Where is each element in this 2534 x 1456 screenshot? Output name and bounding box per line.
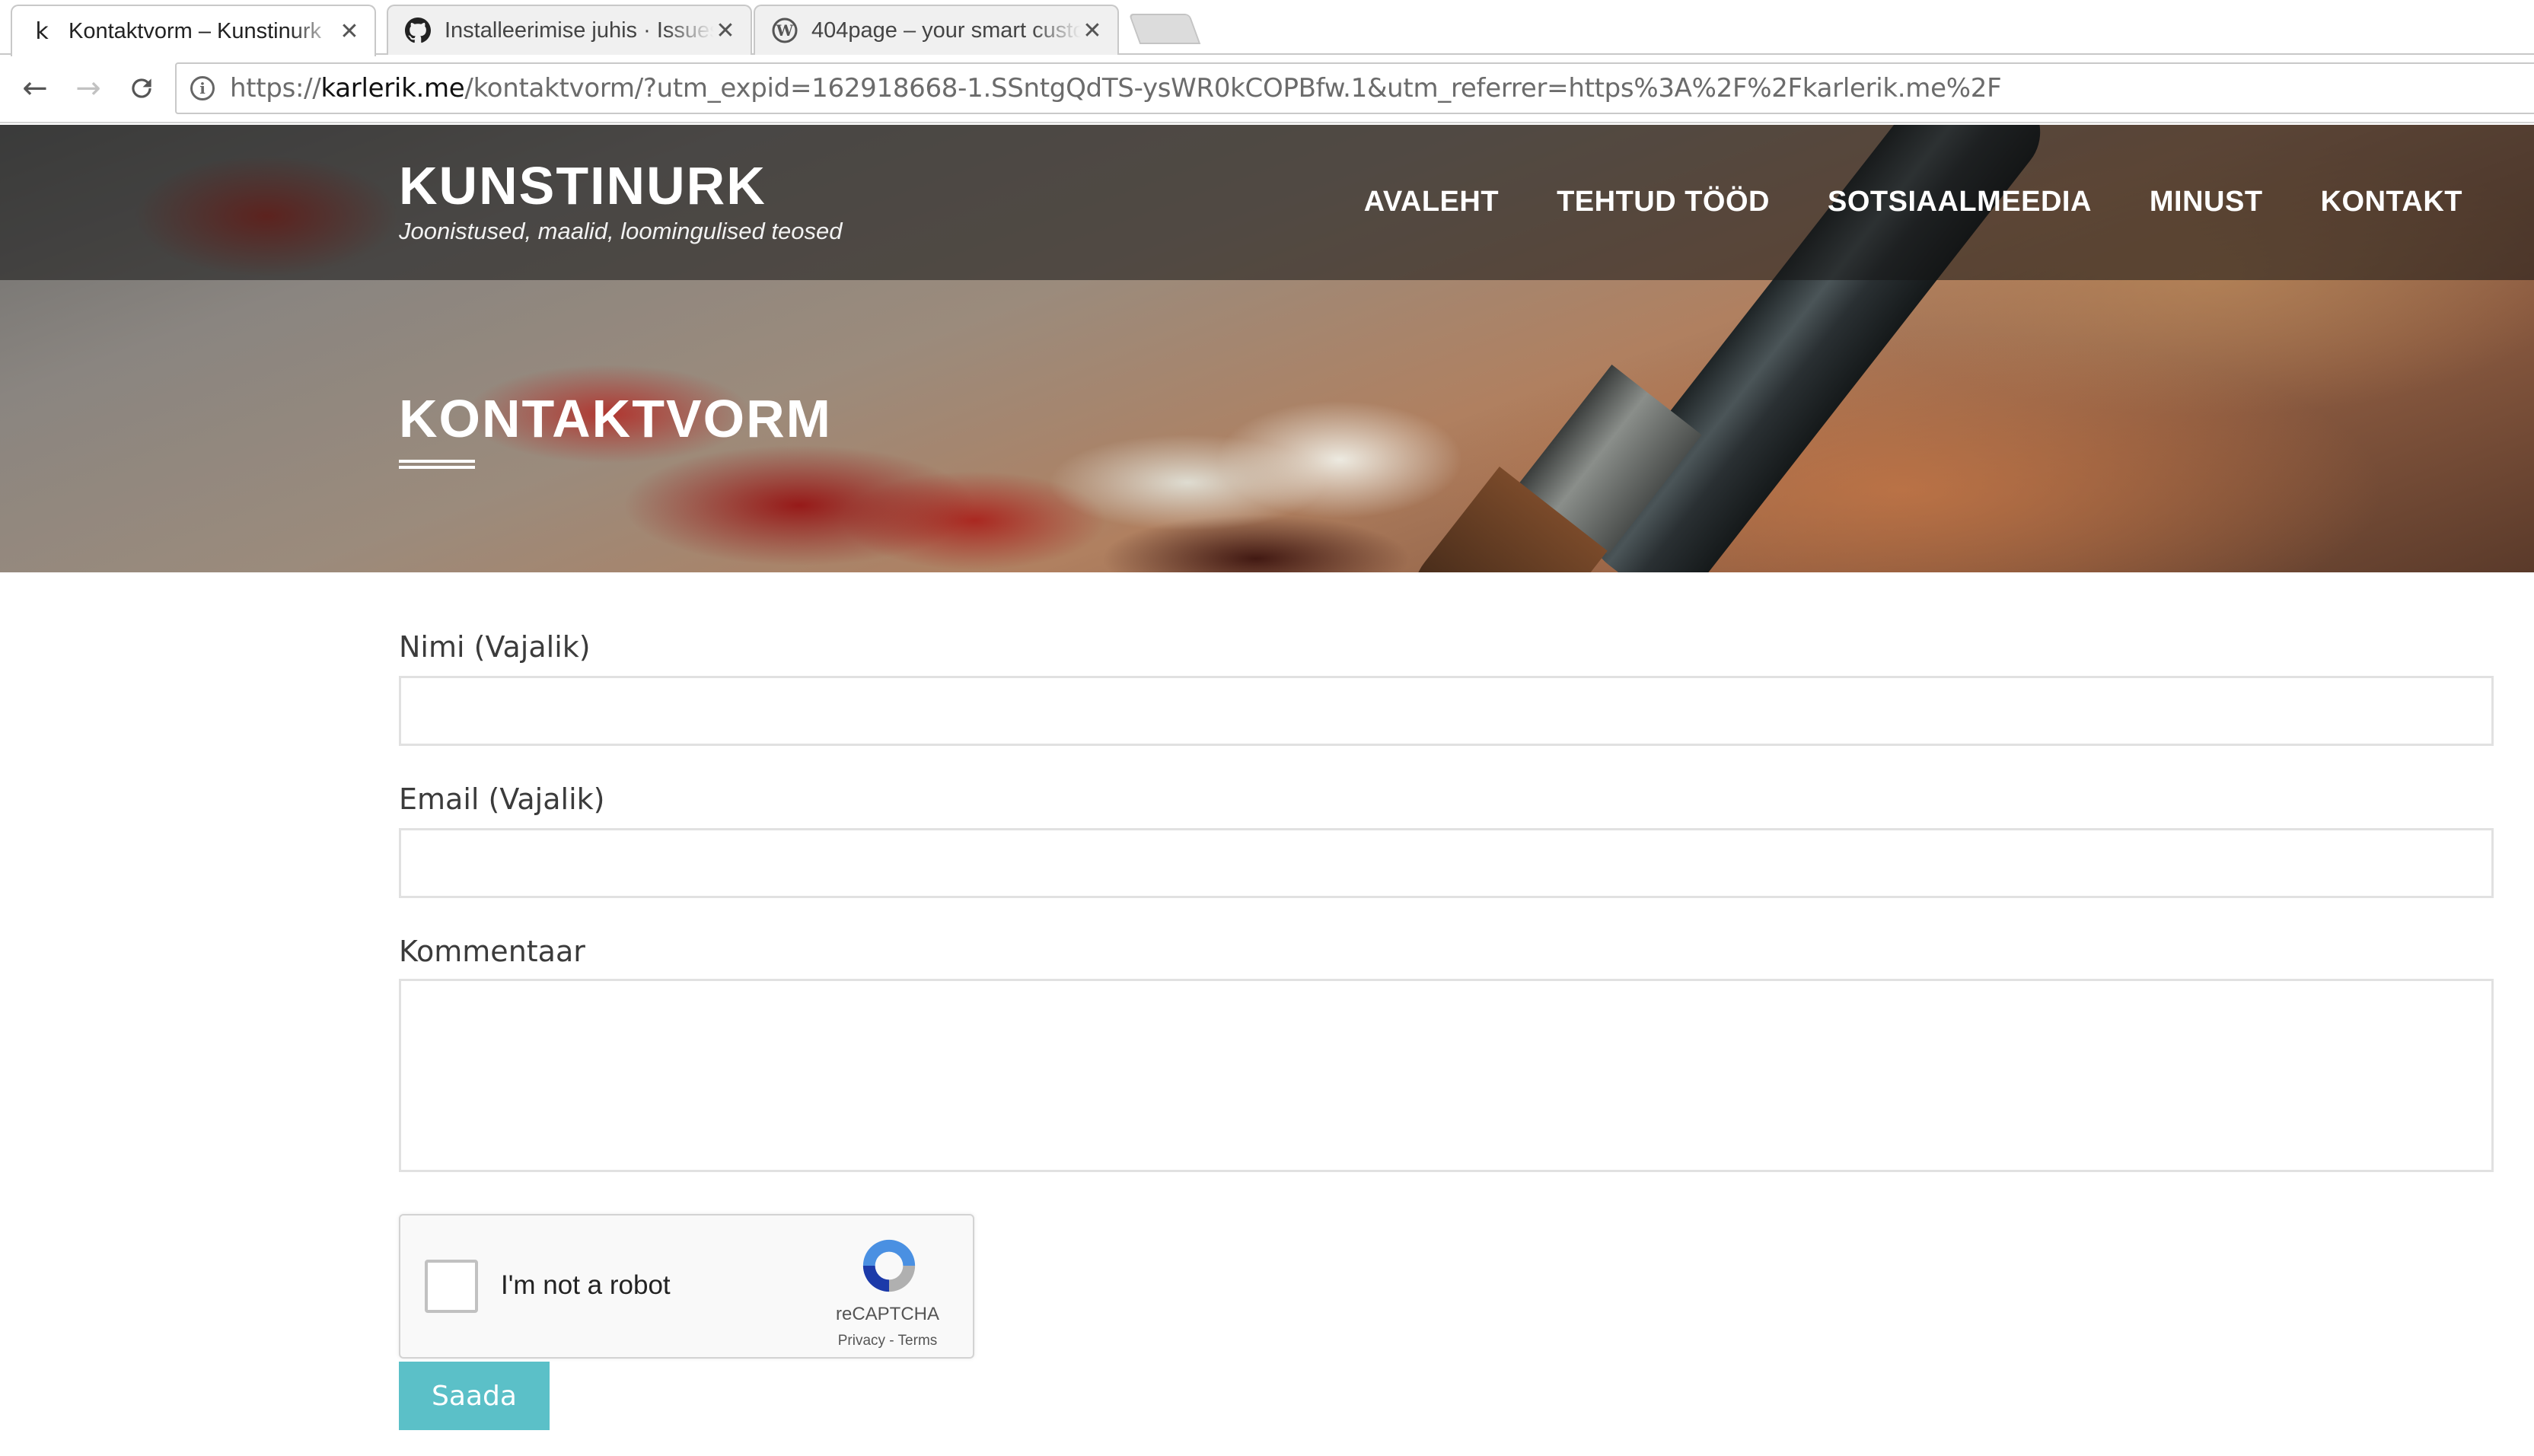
recaptcha-checkbox[interactable] [425, 1260, 478, 1313]
url-scheme: https:// [230, 73, 321, 104]
url-text: https://karlerik.me/kontaktvorm/?utm_exp… [230, 73, 2002, 104]
site-title[interactable]: KUNSTINURK [399, 155, 767, 216]
tab-title: Installeerimise juhis · Issues [445, 18, 714, 43]
tab-404page[interactable]: W 404page – your smart custom 404 ✕ [754, 5, 1119, 55]
reload-icon[interactable] [120, 67, 163, 110]
url-host: karlerik.me [320, 73, 465, 104]
nav-item-tehtud-tood[interactable]: TEHTUD TÖÖD [1557, 186, 1770, 218]
site-tagline: Joonistused, maalid, loomingulised teose… [399, 218, 843, 244]
nav-item-avaleht[interactable]: AVALEHT [1364, 186, 1499, 218]
email-label: Email (Vajalik) [399, 782, 605, 816]
recaptcha-privacy-terms[interactable]: Privacy - Terms [811, 1333, 964, 1349]
tab-title: Kontaktvorm – Kunstinurk [69, 18, 322, 43]
tab-strip: k Kontaktvorm – Kunstinurk ✕ Installeeri… [0, 0, 2534, 56]
arrow-left-icon[interactable]: ← [14, 67, 56, 110]
nav-item-sotsiaalmeedia[interactable]: SOTSIAALMEEDIA [1828, 186, 2092, 218]
tab-title: 404page – your smart custom 404 [811, 18, 1081, 43]
svg-text:W: W [776, 21, 794, 40]
github-icon [405, 18, 431, 43]
close-tab-icon[interactable]: ✕ [338, 18, 361, 45]
site-favicon-icon: k [35, 18, 49, 45]
close-tab-icon[interactable]: ✕ [1081, 18, 1104, 44]
email-input[interactable] [399, 828, 2494, 898]
url-path: /kontaktvorm/?utm_expid=162918668-1.SSnt… [464, 73, 2002, 104]
wordpress-icon: W [772, 18, 798, 43]
comment-label: Kommentaar [399, 935, 585, 968]
page-title: KONTAKTVORM [399, 389, 832, 448]
new-tab-button[interactable] [1128, 14, 1201, 44]
recaptcha-label: I'm not a robot [501, 1270, 671, 1300]
nav-item-kontakt[interactable]: KONTAKT [2321, 186, 2462, 218]
close-tab-icon[interactable]: ✕ [714, 18, 737, 44]
arrow-right-icon[interactable]: → [67, 67, 110, 110]
address-bar[interactable]: i https://karlerik.me/kontaktvorm/?utm_e… [175, 62, 2534, 114]
comment-textarea[interactable] [399, 979, 2494, 1172]
title-underline [399, 460, 475, 469]
recaptcha-widget: I'm not a robot reCAPTCHA Privacy - Term… [399, 1214, 974, 1359]
main-navigation: AVALEHT TEHTUD TÖÖD SOTSIAALMEEDIA MINUS… [1364, 186, 2462, 218]
tab-kontaktvorm[interactable]: k Kontaktvorm – Kunstinurk ✕ [11, 5, 376, 56]
name-label: Nimi (Vajalik) [399, 630, 591, 664]
browser-window: k Kontaktvorm – Kunstinurk ✕ Installeeri… [0, 0, 2534, 1456]
recaptcha-brand: reCAPTCHA [835, 1304, 940, 1324]
hero-banner: KUNSTINURK Joonistused, maalid, loomingu… [0, 125, 2534, 572]
tab-installeerimise-juhis[interactable]: Installeerimise juhis · Issues ✕ [387, 5, 752, 55]
info-icon[interactable]: i [190, 76, 215, 100]
submit-button[interactable]: Saada [399, 1362, 550, 1430]
name-input[interactable] [399, 676, 2494, 746]
nav-item-minust[interactable]: MINUST [2150, 186, 2263, 218]
recaptcha-logo-icon [862, 1239, 916, 1292]
browser-toolbar: ← → i https://karlerik.me/kontaktvorm/?u… [0, 55, 2534, 123]
